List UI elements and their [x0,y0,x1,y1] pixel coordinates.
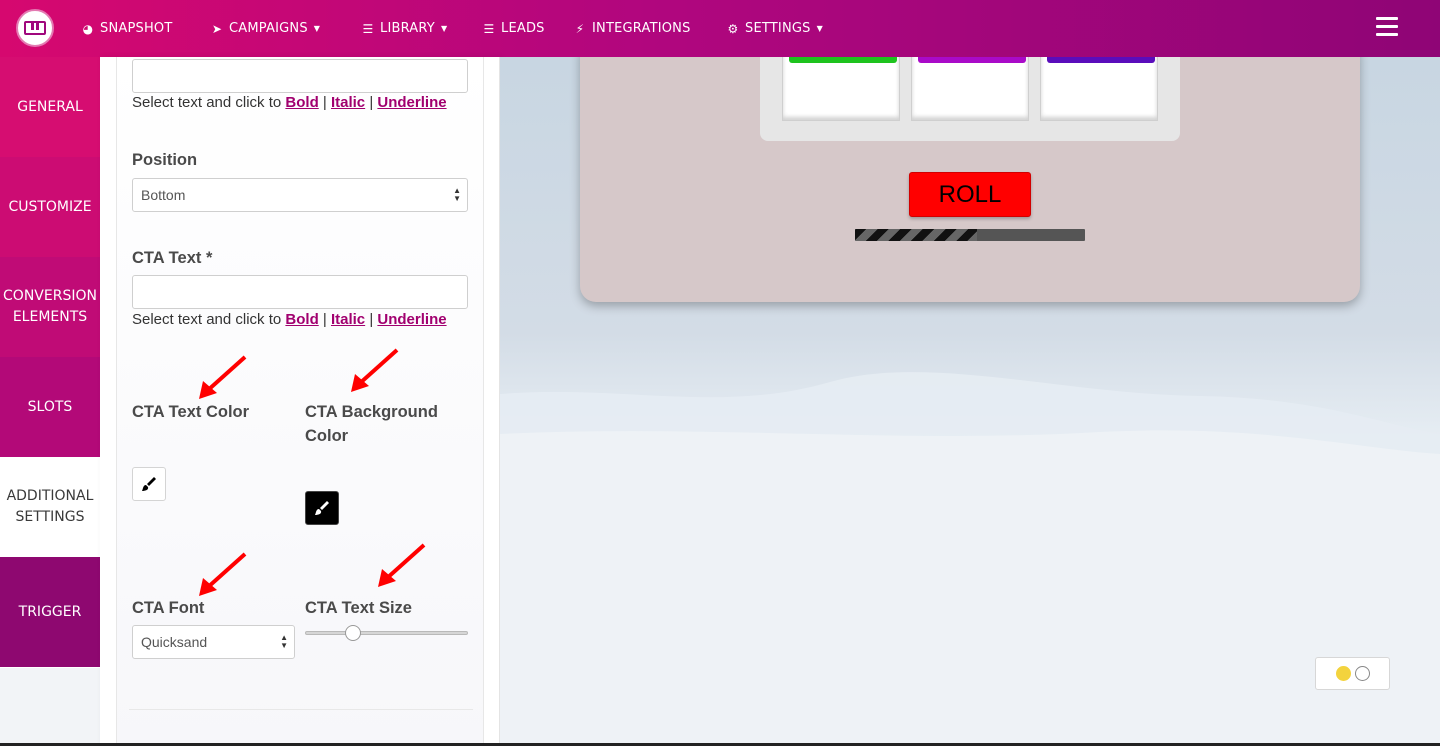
cta-text-color-label: CTA Text Color [132,403,250,421]
top-navigation-bar: ◕ SNAPSHOT ➤ CAMPAIGNS ▼ ☰ LIBRARY ▼ ☰ L… [0,0,1440,57]
annotation-arrow-icon [199,552,247,596]
nav-leads[interactable]: ☰ LEADS [483,0,545,57]
sidebar-item-label: CUSTOMIZE [8,198,92,215]
nav-snapshot-label: SNAPSHOT [100,21,173,36]
add-emoji-icon [1335,666,1351,681]
underline-link[interactable]: Underline [377,94,446,111]
italic-link[interactable]: Italic [331,311,365,328]
chevron-down-icon: ▼ [313,24,321,33]
nav-library-label: LIBRARY [380,21,435,36]
sidebar-item-label: GENERAL [17,98,83,115]
position-select-value: Bottom [141,187,186,203]
cta-font-select-value: Quicksand [141,634,208,650]
nav-library[interactable]: ☰ LIBRARY ▼ [362,0,448,57]
cta-text-size-slider[interactable] [305,631,468,635]
cta-text-input[interactable] [132,275,468,309]
roll-button[interactable]: ROLL [909,172,1031,217]
sidebar-item-trigger[interactable]: TRIGGER [0,557,100,667]
reel-symbol [1047,57,1155,63]
cta-font-select[interactable]: Quicksand ▲ ▼ [132,625,295,659]
sidebar-item-label: SLOTS [27,398,73,415]
separator: | [318,94,331,111]
nav-campaigns[interactable]: ➤ CAMPAIGNS ▼ [211,0,320,57]
sidebar-item-label: CONVERSION ELEMENTS [3,288,97,325]
nav-snapshot[interactable]: ◕ SNAPSHOT [82,0,173,57]
chevron-down-icon: ▼ [816,24,823,33]
position-label: Position [132,151,198,169]
annotation-arrow-icon [378,543,426,587]
cta-text-color-picker[interactable] [132,467,166,501]
cta-text-size-label: CTA Text Size [305,599,412,617]
list-icon: ☰ [483,21,495,36]
bold-link[interactable]: Bold [285,311,318,328]
list-icon: ☰ [362,21,374,36]
select-arrows-icon: ▲ ▼ [453,186,461,203]
sidebar-item-label: ADDITIONAL SETTINGS [6,488,94,525]
campaign-preview: ROLL [500,57,1440,746]
sidebar-empty-area [0,668,100,746]
paper-plane-icon: ➤ [211,21,223,36]
sidebar-item-slots[interactable]: SLOTS [0,357,100,457]
nav-campaigns-label: CAMPAIGNS [229,21,308,36]
hamburger-menu-icon[interactable] [1376,17,1398,37]
slot-reel [1040,57,1158,121]
bold-link[interactable]: Bold [285,94,318,111]
sidebar-item-customize[interactable]: CUSTOMIZE [0,157,100,257]
separator: | [318,311,331,328]
annotation-arrow-icon [351,348,399,392]
progress-bar-fill [855,229,977,241]
nav-leads-label: LEADS [501,21,545,36]
gears-icon: ⚙ [727,21,739,36]
cta-background-color-picker[interactable] [305,491,339,525]
background-wave [500,372,1440,746]
format-hint: Select text and click to Bold | Italic |… [132,94,447,111]
progress-bar [855,229,1085,241]
nav-settings[interactable]: ⚙ SETTINGS ▼ [727,0,823,57]
logo-glyph [24,21,46,35]
nav-integrations[interactable]: ⚡ INTEGRATIONS [574,0,691,57]
separator: | [365,311,378,328]
rich-text-input[interactable] [132,59,468,93]
format-hint-text: Select text and click to [132,311,286,328]
app-logo[interactable] [16,9,54,47]
italic-link[interactable]: Italic [331,94,365,111]
cta-text-label: CTA Text * [132,249,213,267]
divider [129,709,473,710]
emoji-reaction-widget[interactable] [1315,657,1390,690]
chevron-down-icon: ▼ [440,24,448,33]
select-arrows-icon: ▲ ▼ [280,633,288,650]
reel-symbol [789,57,897,63]
plug-icon: ⚡ [575,21,585,36]
format-hint: Select text and click to Bold | Italic |… [132,311,447,328]
sidebar-item-general[interactable]: GENERAL [0,57,100,157]
slot-reel [911,57,1029,121]
cta-background-color-label: CTA Background Color [305,403,438,445]
nav-integrations-label: INTEGRATIONS [592,21,691,36]
separator: | [365,94,378,111]
slider-thumb[interactable] [344,625,361,641]
brush-icon [142,477,156,491]
position-select[interactable]: Bottom ▲ ▼ [132,178,468,212]
underline-link[interactable]: Underline [377,311,446,328]
settings-form: Select text and click to Bold | Italic |… [116,57,484,746]
settings-panel: Select text and click to Bold | Italic |… [100,57,500,746]
sidebar-item-label: TRIGGER [18,603,82,620]
slot-machine-card: ROLL [580,57,1360,302]
format-hint-text: Select text and click to [132,94,286,111]
annotation-arrow-icon [199,355,247,399]
nav-settings-label: SETTINGS [745,21,811,36]
slot-reel [782,57,900,121]
brush-icon [315,501,329,515]
dashboard-icon: ◕ [82,21,94,36]
smiley-icon [1354,666,1370,681]
settings-sidebar: GENERAL CUSTOMIZE CONVERSION ELEMENTS SL… [0,57,100,668]
sidebar-item-conversion-elements[interactable]: CONVERSION ELEMENTS [0,257,100,357]
sidebar-item-additional-settings[interactable]: ADDITIONAL SETTINGS [0,457,100,557]
slot-reels-frame [760,57,1180,141]
reel-symbol [918,57,1026,63]
cta-font-label: CTA Font [132,599,205,617]
